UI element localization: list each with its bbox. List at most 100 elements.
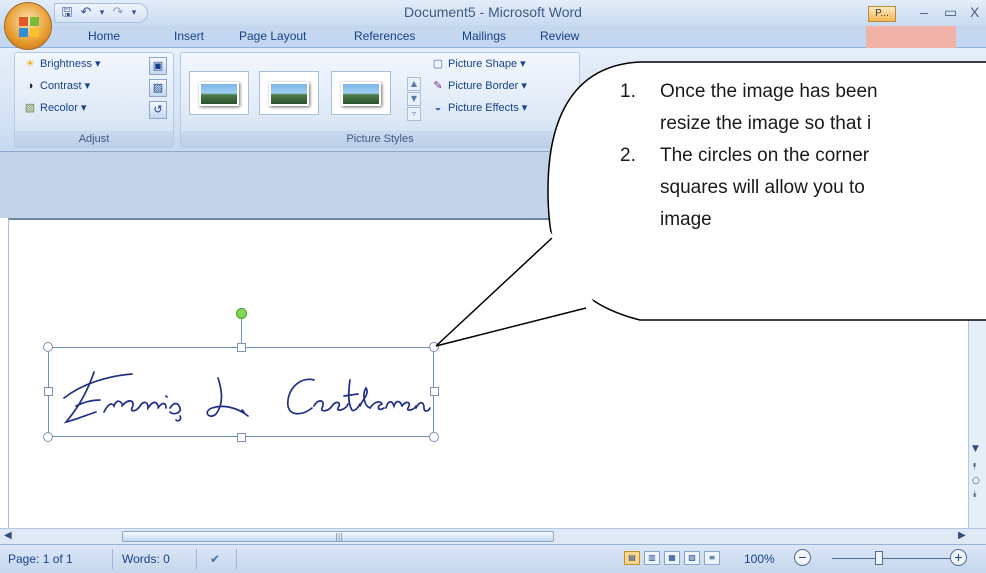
picture-styles-group-label: Picture Styles — [181, 131, 579, 147]
picture-styles-group: ▲ ▼ ▿ ▢ Picture Shape ▾ ✎ Picture Border ▾… — [180, 52, 580, 148]
office-logo-icon — [19, 17, 39, 37]
proofing-icon[interactable]: ✔ — [210, 552, 220, 566]
landscape-thumb-icon — [341, 82, 381, 106]
status-divider — [236, 549, 237, 569]
contrast-button[interactable]: ◑ Contrast ▾ — [23, 79, 90, 92]
close-button[interactable]: X — [970, 4, 979, 20]
title-bar: Document5 - Microsoft Word 🖫 ↶ ▾ ↷ ▾ P..… — [0, 0, 986, 26]
web-layout-icon[interactable]: ▦ — [664, 551, 680, 565]
picture-border-button[interactable]: ✎ Picture Border ▾ — [431, 79, 527, 92]
adjust-group: ☀ Brightness ▾ ◑ Contrast ▾ ▧ Recolor ▾ ▣ ▨… — [14, 52, 174, 148]
callout-item-2: 2. The circles on the corner squares wil… — [620, 140, 980, 236]
picture-style-thumb[interactable] — [259, 71, 319, 115]
picture-style-thumb[interactable] — [331, 71, 391, 115]
change-picture-icon[interactable]: ▨ — [149, 79, 167, 97]
tab-references[interactable]: References — [354, 29, 415, 43]
resize-corner-handle[interactable] — [43, 432, 53, 442]
office-button[interactable] — [4, 2, 52, 50]
tab-page-layout[interactable]: Page Layout — [239, 29, 306, 43]
callout-text: 1. Once the image has been resize the im… — [620, 76, 980, 236]
brightness-label: Brightness — [40, 58, 92, 70]
reset-picture-icon[interactable]: ↺ — [149, 101, 167, 119]
zoom-slider-track[interactable] — [832, 558, 950, 559]
signature-image[interactable] — [52, 350, 432, 434]
callout-line: resize the image so that i — [660, 113, 872, 134]
maximize-button[interactable]: ▭ — [944, 4, 957, 21]
resize-corner-handle[interactable] — [429, 342, 439, 352]
tab-insert[interactable]: Insert — [174, 29, 204, 43]
grip-icon: ||| — [335, 532, 344, 541]
zoom-slider-knob[interactable] — [875, 551, 883, 565]
horizontal-scroll-thumb[interactable]: ||| — [122, 531, 554, 542]
scroll-right-icon[interactable]: ▶ — [958, 530, 966, 541]
resize-corner-handle[interactable] — [429, 432, 439, 442]
callout-line: squares will allow you to — [660, 177, 865, 198]
word-count[interactable]: Words: 0 — [122, 552, 170, 566]
resize-side-handle[interactable] — [237, 433, 246, 442]
contrast-label: Contrast — [40, 80, 82, 92]
callout-line: image — [660, 209, 712, 230]
styles-scroll-up-icon[interactable]: ▲ — [407, 77, 421, 91]
styles-scroll-down-icon[interactable]: ▼ — [407, 92, 421, 106]
draft-icon[interactable]: ≡ — [704, 551, 720, 565]
contrast-icon: ◑ — [26, 80, 34, 92]
vertical-scrollbar[interactable]: ▼ ⯭ ○ ⯯ — [968, 218, 986, 528]
callout-line: Once the image has been — [660, 81, 878, 102]
context-tab-badge[interactable]: P... — [868, 6, 896, 22]
callout-item-number: 1. — [620, 81, 636, 102]
horizontal-scrollbar[interactable]: ◀ ||| ▶ — [0, 528, 986, 544]
callout-item-1: 1. Once the image has been resize the im… — [620, 76, 980, 140]
tab-review[interactable]: Review — [540, 29, 579, 43]
minimize-button[interactable]: – — [920, 4, 928, 20]
brightness-button[interactable]: ☀ Brightness ▾ — [23, 57, 101, 70]
scroll-down-icon[interactable]: ▼ — [972, 444, 979, 454]
redo-icon[interactable]: ↷ — [110, 5, 126, 21]
zoom-out-icon[interactable]: − — [794, 549, 811, 566]
customize-toolbar-icon[interactable]: ▾ — [129, 5, 139, 21]
resize-corner-handle[interactable] — [43, 342, 53, 352]
landscape-thumb-icon — [199, 82, 239, 106]
print-layout-icon[interactable]: ▤ — [624, 551, 640, 565]
undo-dropdown-icon[interactable]: ▾ — [97, 5, 107, 21]
callout-item-number: 2. — [620, 145, 636, 166]
callout-list: 1. Once the image has been resize the im… — [620, 76, 980, 236]
status-divider — [112, 549, 113, 569]
adjust-group-label: Adjust — [15, 131, 173, 147]
next-page-icon[interactable]: ⯯ — [972, 490, 977, 500]
shape-icon: ▢ — [432, 58, 444, 70]
zoom-level[interactable]: 100% — [744, 552, 775, 566]
recolor-button[interactable]: ▧ Recolor ▾ — [23, 101, 87, 114]
resize-side-handle[interactable] — [237, 343, 246, 352]
rotate-handle[interactable] — [236, 308, 247, 319]
pencil-icon: ✎ — [433, 80, 443, 92]
styles-more-icon[interactable]: ▿ — [407, 107, 421, 121]
page-count[interactable]: Page: 1 of 1 — [8, 552, 73, 566]
effects-icon: ◒ — [434, 102, 442, 114]
scroll-left-icon[interactable]: ◀ — [4, 530, 12, 541]
resize-side-handle[interactable] — [430, 387, 439, 396]
brightness-icon: ☀ — [25, 58, 35, 70]
tab-mailings[interactable]: Mailings — [462, 29, 506, 43]
browse-object-icon[interactable]: ○ — [972, 476, 980, 486]
recolor-label: Recolor — [40, 102, 78, 114]
previous-page-icon[interactable]: ⯭ — [972, 462, 977, 472]
ribbon-tabs: Home Insert Page Layout References Maili… — [0, 26, 986, 48]
undo-icon[interactable]: ↶ — [78, 5, 94, 21]
picture-effects-label: Picture Effects — [448, 102, 519, 114]
picture-style-thumb[interactable] — [189, 71, 249, 115]
zoom-in-icon[interactable]: + — [950, 549, 967, 566]
picture-shape-button[interactable]: ▢ Picture Shape ▾ — [431, 57, 526, 70]
save-icon[interactable]: 🖫 — [59, 5, 75, 21]
callout-line: The circles on the corner — [660, 145, 870, 166]
compress-pictures-icon[interactable]: ▣ — [149, 57, 167, 75]
tab-home[interactable]: Home — [88, 29, 120, 43]
outline-icon[interactable]: ▧ — [684, 551, 700, 565]
picture-effects-button[interactable]: ◒ Picture Effects ▾ — [431, 101, 528, 114]
full-screen-reading-icon[interactable]: ▥ — [644, 551, 660, 565]
landscape-thumb-icon — [269, 82, 309, 106]
rotation-stem — [241, 318, 242, 346]
picture-shape-label: Picture Shape — [448, 58, 518, 70]
status-divider — [196, 549, 197, 569]
resize-side-handle[interactable] — [44, 387, 53, 396]
picture-border-label: Picture Border — [448, 80, 519, 92]
